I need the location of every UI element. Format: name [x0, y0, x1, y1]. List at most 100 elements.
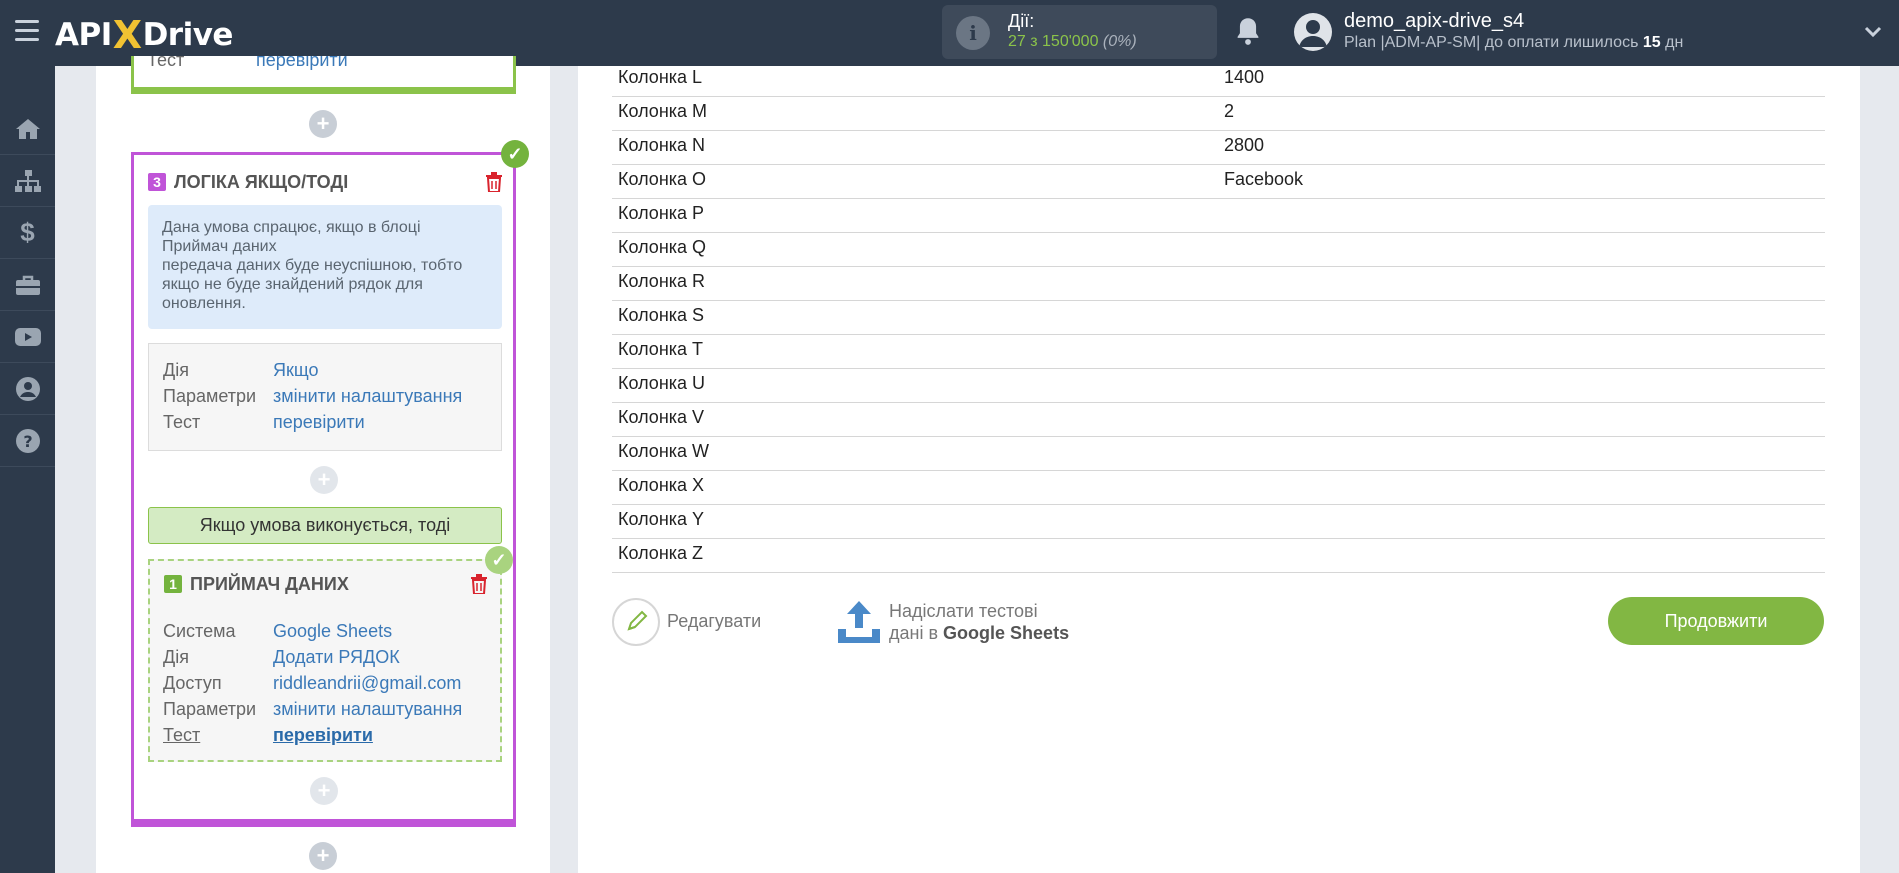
- table-row: Колонка Y: [612, 505, 1825, 539]
- logic-params-link[interactable]: змінити налаштування: [273, 386, 462, 407]
- add-block-button[interactable]: +: [309, 110, 337, 138]
- table-row: Колонка U: [612, 369, 1825, 403]
- receiver-block: 1 ПРИЙМАЧ ДАНИХ Система Google Sheets Ді…: [148, 559, 502, 762]
- receiver-system-label: Система: [163, 621, 236, 641]
- briefcase-icon: [15, 275, 40, 295]
- info-icon: i: [956, 16, 990, 50]
- add-step-button[interactable]: +: [310, 777, 338, 805]
- logic-note: Дана умова спрацює, якщо в блоці Приймач…: [148, 205, 502, 329]
- column-name: Колонка S: [618, 305, 705, 325]
- svg-text:?: ?: [23, 432, 32, 451]
- logic-block: 3 ЛОГІКА ЯКЩО/ТОДІ Дана умова спрацює, я…: [131, 152, 516, 827]
- user-name[interactable]: demo_apix-drive_s4: [1344, 10, 1524, 33]
- edit-label[interactable]: Редагувати: [667, 611, 761, 632]
- help-icon: ?: [15, 428, 40, 453]
- receiver-params-link[interactable]: змінити налаштування: [273, 699, 462, 720]
- column-name: Колонка L: [618, 67, 703, 87]
- column-name: Колонка Y: [618, 509, 705, 529]
- edit-button[interactable]: [612, 598, 660, 646]
- logic-params-label: Параметри: [163, 386, 257, 406]
- sidebar: $ ?: [0, 66, 55, 873]
- home-icon: [15, 118, 40, 139]
- bell-icon[interactable]: [1234, 16, 1262, 46]
- logic-note-line: передача даних буде неуспішною, тобто: [162, 257, 463, 274]
- receiver-block-number: 1: [164, 575, 182, 593]
- receiver-params-label: Параметри: [163, 699, 257, 719]
- user-plan: Plan |ADM-AP-SM| до оплати лишилось 15 д…: [1344, 34, 1684, 51]
- receiver-test-link[interactable]: перевірити: [273, 725, 373, 746]
- upload-icon[interactable]: [836, 599, 882, 645]
- table-row: Колонка Q: [612, 233, 1825, 267]
- chevron-down-icon[interactable]: [1863, 22, 1883, 42]
- table-row: Колонка M 2: [612, 97, 1825, 131]
- receiver-system-link[interactable]: Google Sheets: [273, 621, 392, 642]
- column-name: Колонка V: [618, 407, 705, 427]
- column-name: Колонка N: [618, 135, 706, 155]
- send-test-target: Google Sheets: [943, 623, 1070, 643]
- logic-block-number: 3: [148, 173, 166, 191]
- logic-block-check-icon: ✓: [501, 140, 529, 168]
- condition-label: Якщо умова виконується, тоді: [148, 507, 502, 544]
- column-name: Колонка M: [618, 101, 708, 121]
- logic-note-line: якщо не буде знайдений рядок для: [162, 276, 423, 293]
- sidebar-item-home[interactable]: [0, 103, 55, 155]
- receiver-block-title: ПРИЙМАЧ ДАНИХ: [190, 574, 349, 594]
- trash-icon[interactable]: [470, 574, 488, 594]
- receiver-block-check-icon: ✓: [485, 546, 513, 574]
- youtube-icon: [14, 327, 41, 346]
- add-block-button[interactable]: +: [309, 842, 337, 870]
- column-name: Колонка P: [618, 203, 705, 223]
- table-row: Колонка O Facebook: [612, 165, 1825, 199]
- receiver-access-link[interactable]: riddleandrii@gmail.com: [273, 673, 461, 694]
- column-name: Колонка T: [618, 339, 704, 359]
- actions-value: 27 з 150'000 (0%): [1008, 33, 1137, 50]
- column-name: Колонка Q: [618, 237, 707, 257]
- logic-block-title: ЛОГІКА ЯКЩО/ТОДІ: [174, 172, 349, 192]
- avatar[interactable]: [1294, 13, 1332, 51]
- previous-block-test-link[interactable]: перевірити: [256, 56, 348, 71]
- send-test-line2: дані в: [889, 623, 939, 643]
- send-test-line1: Надіслати тестові: [889, 601, 1038, 621]
- sidebar-item-services[interactable]: [0, 259, 55, 311]
- table-row: Колонка Z: [612, 539, 1825, 573]
- receiver-access-label: Доступ: [163, 673, 222, 693]
- table-row: Колонка S: [612, 301, 1825, 335]
- table-row: Колонка W: [612, 437, 1825, 471]
- table-row: Колонка V: [612, 403, 1825, 437]
- table-row: Колонка X: [612, 471, 1825, 505]
- receiver-action-link[interactable]: Додати РЯДОК: [273, 647, 400, 668]
- logic-note-line: оновлення.: [162, 295, 246, 312]
- trash-icon[interactable]: [485, 172, 503, 192]
- column-value: 1400: [1224, 67, 1265, 87]
- logic-action-link[interactable]: Якщо: [273, 360, 319, 381]
- pencil-icon: [627, 610, 648, 631]
- previous-block-test-label: Тест: [147, 56, 185, 70]
- menu-icon[interactable]: [15, 20, 39, 42]
- column-name: Колонка Z: [618, 543, 704, 563]
- table-row: Колонка T: [612, 335, 1825, 369]
- add-step-button[interactable]: +: [310, 466, 338, 494]
- sidebar-item-video[interactable]: [0, 311, 55, 363]
- previous-block: Тест перевірити: [131, 56, 516, 94]
- actions-label: Дії:: [1008, 11, 1035, 31]
- logic-note-line: Дана умова спрацює, якщо в блоці: [162, 219, 421, 236]
- sidebar-item-billing[interactable]: $: [0, 207, 55, 259]
- column-name: Колонка O: [618, 169, 707, 189]
- column-value: 2800: [1224, 135, 1265, 155]
- sidebar-item-help[interactable]: ?: [0, 415, 55, 467]
- column-name: Колонка R: [618, 271, 706, 291]
- continue-button[interactable]: Продовжити: [1608, 597, 1824, 645]
- logic-test-link[interactable]: перевірити: [273, 412, 365, 433]
- sidebar-item-connections[interactable]: [0, 155, 55, 207]
- table-row: Колонка R: [612, 267, 1825, 301]
- logic-note-line: Приймач даних: [162, 238, 277, 255]
- logic-test-label: Тест: [163, 412, 201, 432]
- send-test-button[interactable]: Надіслати тестові дані в Google Sheets: [889, 600, 1069, 644]
- logic-action-label: Дія: [163, 360, 189, 380]
- sitemap-icon: [14, 169, 41, 192]
- logo[interactable]: APIXDrive: [55, 10, 233, 57]
- user-icon: [15, 376, 40, 401]
- sidebar-item-profile[interactable]: [0, 363, 55, 415]
- column-name: Колонка W: [618, 441, 710, 461]
- column-value: 2: [1224, 101, 1235, 121]
